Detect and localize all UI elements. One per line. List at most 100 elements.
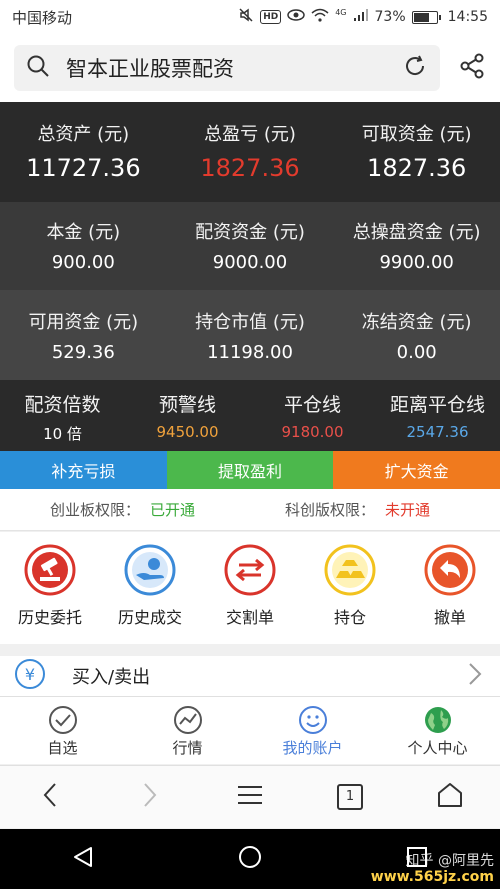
search-icon[interactable] [26,54,50,82]
tab-my-account[interactable]: 我的账户 [250,697,375,764]
stat-value: 9180.00 [281,423,344,441]
distance-to-liquidation: 距离平仓线 2547.36 [375,380,500,452]
total-assets: 总资产 (元) 11727.36 [0,102,167,202]
chevron-left-icon [42,782,58,812]
exchange-arrows-icon [224,544,276,596]
quick-item-positions[interactable]: 持仓 [300,532,400,644]
tab-label: 行情 [172,739,203,757]
leverage-multiple: 配资倍数 10 倍 [0,380,125,452]
menu-button[interactable] [200,784,300,810]
smiley-icon [298,705,328,735]
status-bar: 中国移动 HD 4G 73% 14:55 [0,0,500,34]
gold-bars-icon [324,544,376,596]
quick-item-label: 撤单 [433,608,466,627]
tab-market[interactable]: 行情 [125,697,250,764]
mute-icon [238,7,254,27]
home-icon [436,781,464,813]
quick-item-label: 交割单 [225,608,274,627]
withdrawable-funds: 可取资金 (元) 1827.36 [333,102,500,202]
stat-label: 冻结资金 (元) [361,312,472,333]
system-nav-bar: 知乎 @阿里先 www.565jz.com [0,829,500,889]
hamburger-icon [237,784,263,810]
margin-funds: 配资资金 (元) 9000.00 [167,202,334,290]
nav-home-button[interactable] [167,845,334,873]
stat-label: 总盈亏 (元) [204,124,296,145]
tab-watchlist[interactable]: 自选 [0,697,125,764]
check-circle-icon [48,705,78,735]
stat-value: 11198.00 [207,342,293,363]
account-summary: 总资产 (元) 11727.36 总盈亏 (元) 1827.36 可取资金 (元… [0,102,500,452]
quick-item-history-orders[interactable]: 历史委托 [0,532,100,644]
gavel-icon [24,544,76,596]
hd-badge: HD [260,10,282,24]
available-funds: 可用资金 (元) 529.36 [0,290,167,380]
back-button[interactable] [0,782,100,812]
signal-icon [353,8,369,26]
share-button[interactable] [440,52,486,84]
tab-label: 我的账户 [282,739,343,757]
eye-icon [287,8,305,26]
network-type: 4G [335,7,347,17]
warning-line: 预警线 9450.00 [125,380,250,452]
hand-coin-icon [124,544,176,596]
stat-label: 总资产 (元) [37,124,130,145]
stat-label: 距离平仓线 [389,394,485,416]
refresh-icon[interactable] [402,53,428,83]
action-buttons: 补充亏损 提取盈利 扩大资金 [0,451,500,489]
triangle-back-icon [71,845,95,873]
quick-item-cancel-order[interactable]: 撤单 [400,532,500,644]
summary-row-1: 总资产 (元) 11727.36 总盈亏 (元) 1827.36 可取资金 (元… [0,102,500,202]
stat-label: 可用资金 (元) [28,312,139,333]
withdraw-profit-button[interactable]: 提取盈利 [166,451,334,489]
tab-label: 个人中心 [407,739,468,757]
quick-item-label: 历史委托 [17,608,82,627]
buy-sell-row[interactable]: ¥ 买入/卖出 [0,656,500,696]
search-header: 智本正业股票配资 [0,34,500,102]
cover-loss-button[interactable]: 补充亏损 [0,451,167,489]
stat-value: 1827.36 [367,154,467,182]
nav-back-button[interactable] [0,845,167,873]
stat-value: 2547.36 [406,423,469,441]
browser-toolbar: 1 [0,765,500,828]
tab-personal-center[interactable]: 个人中心 [375,697,500,764]
page-title: 智本正业股票配资 [66,57,234,81]
circle-home-icon [238,845,262,873]
chevron-right-icon [142,782,158,812]
permissions-bar: 创业板权限： 已开通 科创版权限： 未开通 [0,489,500,531]
stat-label: 可取资金 (元) [361,124,472,145]
star-permission-status: 未开通 [385,501,431,519]
clock: 14:55 [447,9,488,25]
summary-row-4: 配资倍数 10 倍 预警线 9450.00 平仓线 9180.00 距离平仓线 … [0,380,500,452]
summary-row-2: 本金 (元) 900.00 配资资金 (元) 9000.00 总操盘资金 (元)… [0,202,500,290]
tabs-button[interactable]: 1 [300,784,400,810]
stat-label: 持仓市值 (元) [195,312,305,333]
undo-arrow-icon [424,544,476,596]
search-box[interactable]: 智本正业股票配资 [14,45,440,91]
bottom-tab-bar: 自选 行情 我的账户 个人中心 [0,696,500,764]
expand-funds-button[interactable]: 扩大资金 [333,451,500,489]
stat-value: 10 倍 [43,425,82,443]
chevron-right-icon [468,662,482,690]
watermark-line-1: 知乎 @阿里先 [405,853,494,869]
forward-button[interactable] [100,782,200,812]
share-icon[interactable] [458,52,486,84]
stat-label: 预警线 [158,394,216,416]
quick-item-history-trades[interactable]: 历史成交 [100,532,200,644]
quick-item-label: 历史成交 [117,608,182,627]
star-permission-label: 科创版权限： [285,501,376,519]
stat-label: 平仓线 [283,394,341,416]
frozen-funds: 冻结资金 (元) 0.00 [333,290,500,380]
home-button[interactable] [400,781,500,813]
quick-item-label: 持仓 [333,608,366,627]
stat-value: 9900.00 [379,252,454,273]
stat-value: 0.00 [396,342,437,363]
stat-label: 本金 (元) [46,222,121,243]
summary-row-3: 可用资金 (元) 529.36 持仓市值 (元) 11198.00 冻结资金 (… [0,290,500,380]
stat-label: 总操盘资金 (元) [352,222,481,243]
stat-value: 529.36 [51,342,115,363]
stat-value: 9450.00 [156,423,219,441]
tab-label: 自选 [47,739,78,757]
total-profit-loss: 总盈亏 (元) 1827.36 [167,102,334,202]
stat-value: 9000.00 [212,252,288,273]
quick-item-settlement[interactable]: 交割单 [200,532,300,644]
